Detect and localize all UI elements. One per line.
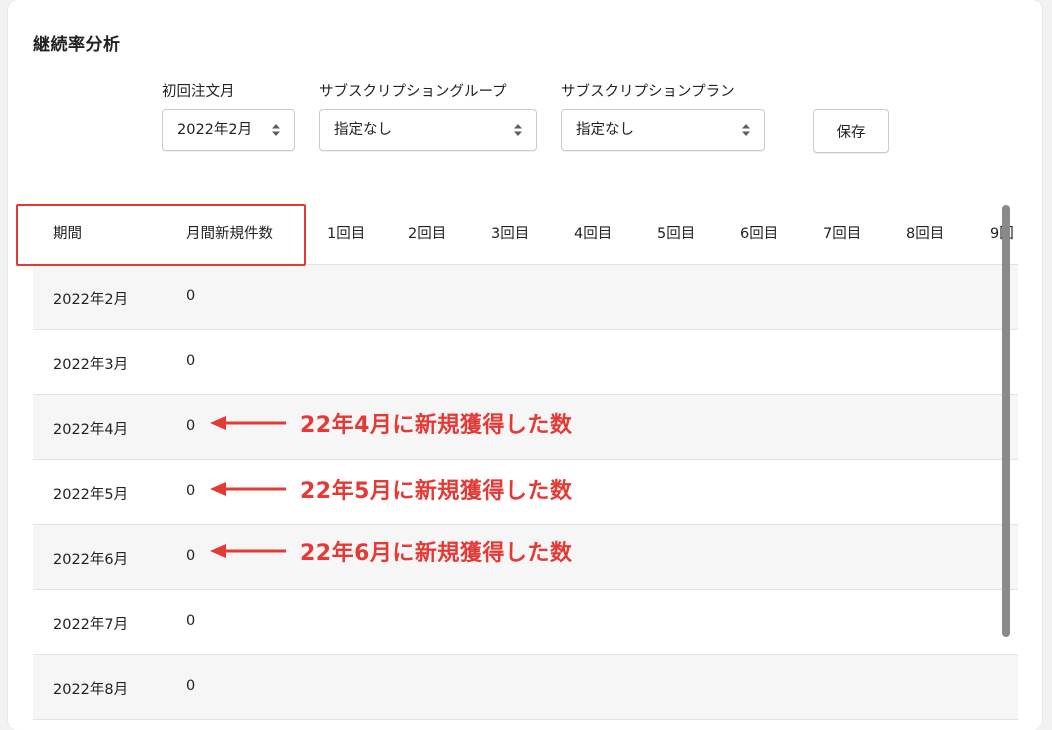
subscription-plan-label: サブスクリプションプラン <box>561 84 735 100</box>
subscription-group-value: 指定なし <box>334 122 392 138</box>
column-header-monthly-new: 月間新規件数 <box>186 226 273 242</box>
row-monthly-new-count: 0 <box>186 353 196 369</box>
row-period: 2022年6月 <box>53 552 129 568</box>
table-header: 期間 月間新規件数 1回目 2回目 3回目 4回目 5回目 6回目 7回目 8回… <box>33 200 1018 265</box>
row-period: 2022年3月 <box>53 357 129 373</box>
table-row: 2022年8月 0 <box>33 655 1018 720</box>
table-row: 2022年2月 0 <box>33 265 1018 330</box>
table-row: 2022年7月 0 <box>33 590 1018 655</box>
annotation-text: 22年5月に新規獲得した数 <box>300 479 573 504</box>
column-header-4: 4回目 <box>574 226 613 242</box>
arrow-left-icon <box>210 544 286 558</box>
select-arrows-icon <box>742 124 750 136</box>
select-arrows-icon <box>272 124 280 136</box>
card-title: 継続率分析 <box>33 35 121 55</box>
retention-table: 期間 月間新規件数 1回目 2回目 3回目 4回目 5回目 6回目 7回目 8回… <box>33 200 1018 730</box>
column-header-8: 8回目 <box>906 226 945 242</box>
column-header-3: 3回目 <box>491 226 530 242</box>
first-order-month-select[interactable]: 2022年2月 <box>162 109 295 151</box>
first-order-month-label: 初回注文月 <box>162 84 235 100</box>
annotation-text: 22年4月に新規獲得した数 <box>300 413 573 438</box>
row-period: 2022年2月 <box>53 292 129 308</box>
column-header-7: 7回目 <box>823 226 862 242</box>
row-period: 2022年7月 <box>53 617 129 633</box>
row-monthly-new-count: 0 <box>186 548 196 564</box>
subscription-group-filter: サブスクリプショングループ 指定なし <box>319 80 537 151</box>
row-monthly-new-count: 0 <box>186 483 196 499</box>
first-order-month-value: 2022年2月 <box>177 122 253 138</box>
arrow-left-icon <box>210 416 286 430</box>
column-header-6: 6回目 <box>740 226 779 242</box>
subscription-group-label: サブスクリプショングループ <box>319 84 507 100</box>
first-order-month-filter: 初回注文月 2022年2月 <box>162 80 295 151</box>
annotation-text: 22年6月に新規獲得した数 <box>300 541 573 566</box>
column-header-period: 期間 <box>53 226 82 242</box>
retention-analysis-card: 継続率分析 初回注文月 2022年2月 サブスクリプショングループ 指定なし サ… <box>8 0 1042 730</box>
save-button[interactable]: 保存 <box>813 109 889 153</box>
row-period: 2022年4月 <box>53 422 129 438</box>
column-header-1: 1回目 <box>327 226 366 242</box>
row-period: 2022年8月 <box>53 682 129 698</box>
arrow-left-icon <box>210 482 286 496</box>
row-monthly-new-count: 0 <box>186 288 196 304</box>
subscription-plan-filter: サブスクリプションプラン 指定なし <box>561 80 765 151</box>
subscription-group-select[interactable]: 指定なし <box>319 109 537 151</box>
table-row: 2022年3月 0 <box>33 330 1018 395</box>
column-header-2: 2回目 <box>408 226 447 242</box>
subscription-plan-select[interactable]: 指定なし <box>561 109 765 151</box>
subscription-plan-value: 指定なし <box>576 122 634 138</box>
select-arrows-icon <box>514 124 522 136</box>
column-header-5: 5回目 <box>657 226 696 242</box>
vertical-scrollbar[interactable] <box>1002 205 1010 637</box>
row-monthly-new-count: 0 <box>186 613 196 629</box>
row-monthly-new-count: 0 <box>186 678 196 694</box>
row-period: 2022年5月 <box>53 487 129 503</box>
row-monthly-new-count: 0 <box>186 418 196 434</box>
